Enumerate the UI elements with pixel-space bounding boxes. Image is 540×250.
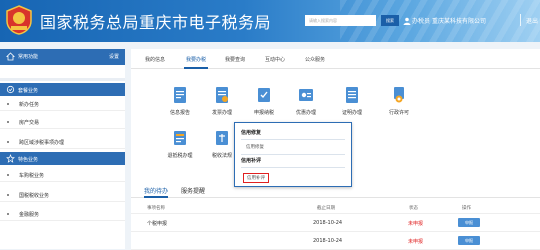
tab-my-todo[interactable]: 我的待办 (144, 186, 168, 195)
func-discount[interactable]: 优惠办理 (286, 86, 326, 116)
func-info-report[interactable]: 信息报告 (160, 86, 200, 116)
dropdown-divider (241, 167, 345, 168)
package-icon (6, 85, 15, 94)
declare-button[interactable]: 申报 (458, 218, 480, 227)
sidebar-item-cross-region[interactable]: 跨区域涉税事项办理 (0, 135, 125, 149)
func-certificate[interactable]: 证明办理 (332, 86, 372, 116)
todo-deadline: 2018-10-24 (313, 220, 343, 226)
sidebar: 常用功能 设置 套餐业务 新办任务 房产交易 跨区域涉税事项办理 特色业务 车购… (0, 49, 125, 249)
sidebar-item-property-deal[interactable]: 房产交易 (0, 115, 125, 129)
tab-interaction[interactable]: 互动中心 (265, 56, 285, 63)
table-row: 个税申报 2018-10-24 未申报 申报 (131, 214, 540, 232)
func-invoice[interactable]: 发票办理 (202, 86, 242, 116)
func-refund[interactable]: 退抵税办理 (160, 129, 200, 159)
sidebar-item-label: 国税税收业务 (19, 193, 50, 199)
sidebar-item-label: 跨区域涉税事项办理 (19, 140, 65, 146)
user-role-label[interactable]: 办税员 (412, 16, 430, 25)
bullet-icon (7, 103, 9, 105)
sidebar-divider (0, 78, 125, 81)
discount-icon (299, 89, 313, 101)
dropdown-item-credit-repair[interactable]: 信用修复 (246, 144, 264, 150)
func-label: 发票办理 (211, 110, 232, 116)
common-functions-header[interactable]: 常用功能 设置 (0, 49, 125, 65)
todo-tab-indicator (144, 196, 168, 198)
sidebar-section-special[interactable]: 特色业务 (0, 152, 125, 165)
bullet-icon (7, 141, 9, 143)
bullet-icon (7, 194, 9, 196)
search-button[interactable]: 搜索 (381, 15, 399, 26)
todo-status: 未申报 (408, 239, 424, 245)
certificate-icon (346, 87, 358, 103)
sidebar-item-national-tax[interactable]: 国税税收业务 (0, 188, 125, 202)
settings-link[interactable]: 设置 (109, 53, 119, 60)
column-header: 截止日期 (317, 206, 335, 211)
header-divider (520, 14, 521, 26)
sidebar-section-label: 套餐业务 (18, 88, 39, 94)
column-header: 事项名称 (147, 206, 165, 211)
sidebar-item-label: 车购税业务 (19, 173, 45, 179)
dropdown-group-title: 信用修复 (241, 130, 262, 136)
column-header: 状态 (409, 206, 418, 211)
common-functions-label: 常用功能 (18, 54, 39, 60)
license-icon (394, 87, 404, 103)
star-icon (6, 154, 15, 163)
func-label: 优惠办理 (295, 110, 316, 116)
sidebar-item-label: 新办任务 (19, 102, 40, 108)
table-row: 2018-10-24 未申报 申报 (131, 232, 540, 250)
func-label: 申报纳税 (253, 110, 274, 116)
credit-dropdown-menu: 信用修复 信用修复 信用补评 信用补评 (234, 122, 352, 187)
tab-my-info[interactable]: 我的信息 (145, 56, 165, 63)
sidebar-item-label: 房产交易 (19, 120, 40, 126)
todo-status: 未申报 (408, 221, 424, 227)
func-label: 行政许可 (388, 110, 409, 116)
invoice-icon (216, 87, 228, 103)
bullet-icon (7, 213, 9, 215)
sidebar-item-vehicle-tax[interactable]: 车购税业务 (0, 168, 125, 182)
sidebar-item-finance[interactable]: 金融服务 (0, 207, 125, 221)
site-title: 国家税务总局重庆市电子税务局 (40, 13, 272, 32)
sidebar-section-label: 特色业务 (18, 157, 39, 163)
tax-emblem-logo (6, 5, 32, 35)
tab-tax-handling[interactable]: 我要办税 (186, 56, 206, 63)
column-header: 操作 (462, 206, 471, 211)
main-panel: 我的信息 我要办税 我要查询 互动中心 公众服务 信息报告 发票办理 申报纳税 … (131, 49, 540, 250)
declare-button[interactable]: 申报 (458, 236, 480, 245)
tab-query[interactable]: 我要查询 (225, 56, 245, 63)
main-tabs: 我的信息 我要办税 我要查询 互动中心 公众服务 (131, 49, 540, 69)
user-icon (403, 17, 411, 25)
company-name[interactable]: 重庆某科技有限公司 (432, 16, 520, 25)
func-license[interactable]: 行政许可 (379, 86, 419, 116)
logout-link[interactable]: 退出 (526, 16, 538, 25)
func-label: 退抵税办理 (167, 153, 193, 159)
todo-name: 个税申报 (147, 221, 168, 227)
active-tab-indicator (184, 67, 208, 69)
header-banner: 国家税务总局重庆市电子税务局 请输入搜索内容 搜索 办税员 重庆某科技有限公司 … (0, 0, 540, 42)
func-tax-declaration[interactable]: 申报纳税 (244, 86, 284, 116)
tax-declaration-icon (258, 88, 270, 102)
func-label: 证明办理 (341, 110, 362, 116)
home-icon (6, 52, 15, 61)
tab-public-service[interactable]: 公众服务 (305, 56, 325, 63)
sidebar-item-new-task[interactable]: 新办任务 (0, 97, 125, 111)
dropdown-divider (241, 139, 345, 140)
refund-icon (174, 131, 186, 145)
bullet-icon (7, 121, 9, 123)
todo-deadline: 2018-10-24 (313, 238, 343, 244)
law-icon (216, 131, 228, 145)
sidebar-section-package[interactable]: 套餐业务 (0, 83, 125, 96)
search-input[interactable]: 请输入搜索内容 (305, 15, 376, 26)
dropdown-item-credit-supplement[interactable]: 信用补评 (243, 173, 269, 183)
table-header: 事项名称 截止日期 状态 操作 (131, 201, 540, 214)
dropdown-group-title: 信用补评 (241, 158, 262, 164)
tab-service-reminder[interactable]: 服务提醒 (181, 186, 205, 195)
bullet-icon (7, 174, 9, 176)
document-icon (174, 87, 186, 103)
sidebar-item-label: 金融服务 (19, 212, 40, 218)
func-label: 信息报告 (169, 110, 190, 116)
dropdown-divider (241, 154, 345, 155)
